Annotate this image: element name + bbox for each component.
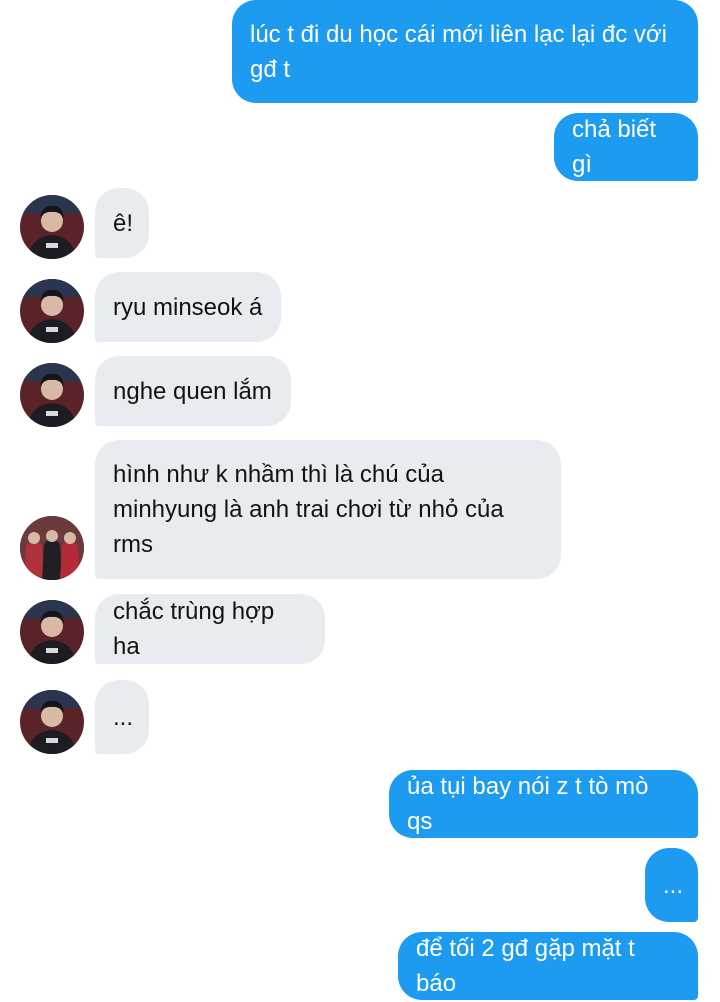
sender-avatar[interactable] [20, 600, 84, 664]
message-text: ủa tụi bay nói z t tò mò qs [407, 773, 656, 835]
profile-photo-icon [20, 195, 84, 259]
outgoing-message-bubble[interactable]: ... [645, 848, 698, 922]
sender-avatar[interactable] [20, 516, 84, 580]
message-text: ê! [113, 209, 134, 237]
sender-avatar[interactable] [20, 279, 84, 343]
message-text: nghe quen lắm [113, 377, 272, 405]
message-text: lúc t đi du học cái mới liên lạc lại đc … [250, 21, 674, 83]
message-text: để tối 2 gđ gặp mặt t báo [416, 935, 642, 997]
sender-avatar[interactable] [20, 363, 84, 427]
profile-photo-icon [20, 279, 84, 343]
incoming-message-bubble[interactable]: chắc trùng hợp ha [95, 594, 325, 664]
profile-photo-icon [20, 600, 84, 664]
outgoing-message-bubble[interactable]: để tối 2 gđ gặp mặt t báo [398, 932, 698, 1000]
sender-avatar[interactable] [20, 195, 84, 259]
outgoing-message-bubble[interactable]: chả biết gì [554, 113, 698, 181]
profile-photo-icon [20, 690, 84, 754]
message-text: chắc trùng hợp ha [113, 598, 281, 660]
group-photo-icon [20, 516, 84, 580]
incoming-message-bubble[interactable]: ryu minseok á [95, 272, 281, 342]
message-text: ... [113, 703, 134, 731]
message-text: ... [663, 871, 684, 899]
message-text: ryu minseok á [113, 293, 263, 321]
incoming-message-bubble[interactable]: ... [95, 680, 149, 754]
message-thread: lúc t đi du học cái mới liên lạc lại đc … [0, 0, 720, 1002]
incoming-message-bubble[interactable]: nghe quen lắm [95, 356, 291, 426]
incoming-message-bubble[interactable]: hình như k nhầm thì là chú của minhyung … [95, 440, 561, 579]
incoming-message-bubble[interactable]: ê! [95, 188, 149, 258]
profile-photo-icon [20, 363, 84, 427]
sender-avatar[interactable] [20, 690, 84, 754]
outgoing-message-bubble[interactable]: ủa tụi bay nói z t tò mò qs [389, 770, 698, 838]
outgoing-message-bubble[interactable]: lúc t đi du học cái mới liên lạc lại đc … [232, 0, 698, 103]
message-text: hình như k nhầm thì là chú của minhyung … [113, 461, 511, 558]
message-text: chả biết gì [572, 116, 663, 178]
